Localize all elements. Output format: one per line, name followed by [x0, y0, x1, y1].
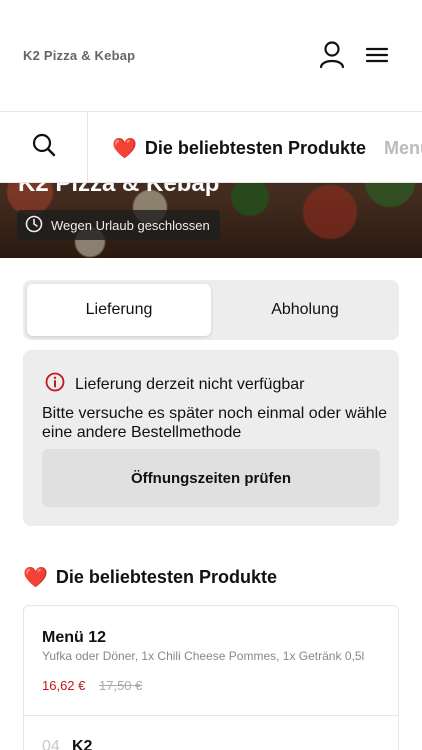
delivery-option[interactable]: Lieferung: [27, 284, 211, 336]
check-opening-hours-button[interactable]: Öffnungszeiten prüfen: [42, 449, 380, 507]
category-tab-label: Die beliebtesten Produkte: [144, 138, 366, 158]
product-list: Menü 12 Yufka oder Döner, 1x Chili Chees…: [23, 605, 399, 750]
search-button[interactable]: [0, 112, 88, 183]
heart-icon: ❤️: [23, 567, 48, 589]
status-text: Wegen Urlaub geschlossen: [51, 217, 210, 233]
hamburger-menu-icon[interactable]: [364, 43, 390, 67]
status-badge: Wegen Urlaub geschlossen: [17, 210, 220, 240]
info-icon: [45, 372, 65, 397]
clock-icon: [25, 215, 43, 236]
notice-title: Lieferung derzeit nicht verfügbar: [75, 375, 305, 393]
notice-text: Bitte versuche es später noch einmal ode…: [42, 405, 388, 441]
product-price: 16,62 €: [42, 678, 86, 693]
section-title-label: Die beliebtesten Produkte: [55, 567, 277, 587]
category-bar: ❤️ Die beliebtesten Produkte Menüs: [0, 112, 422, 183]
notice-header: Lieferung derzeit nicht verfügbar: [45, 372, 304, 397]
delivery-unavailable-notice: Lieferung derzeit nicht verfügbar Bitte …: [23, 350, 399, 526]
list-item[interactable]: 04 K2: [24, 717, 398, 750]
heart-icon: ❤️: [112, 138, 137, 160]
category-tab-popular[interactable]: ❤️ Die beliebtesten Produkte: [112, 136, 366, 161]
product-number: 04: [42, 738, 60, 750]
category-tab-menus[interactable]: Menüs: [384, 138, 422, 159]
user-icon[interactable]: [318, 40, 346, 70]
order-mode-toggle: Lieferung Abholung: [23, 280, 399, 340]
search-icon: [31, 132, 57, 163]
product-prices: 16,62 € 17,50 €: [42, 678, 142, 693]
restaurant-name: K2 Pizza & Kebap: [23, 48, 136, 63]
section-title: ❤️ Die beliebtesten Produkte: [23, 565, 277, 590]
app-header: K2 Pizza & Kebap: [0, 0, 422, 112]
product-name: Menü 12: [42, 629, 107, 646]
product-description: Yufka oder Döner, 1x Chili Cheese Pommes…: [42, 649, 365, 663]
pickup-option[interactable]: Abholung: [213, 284, 397, 336]
list-item[interactable]: Menü 12 Yufka oder Döner, 1x Chili Chees…: [24, 606, 398, 716]
product-name: K2: [72, 738, 93, 750]
product-old-price: 17,50 €: [99, 678, 143, 693]
